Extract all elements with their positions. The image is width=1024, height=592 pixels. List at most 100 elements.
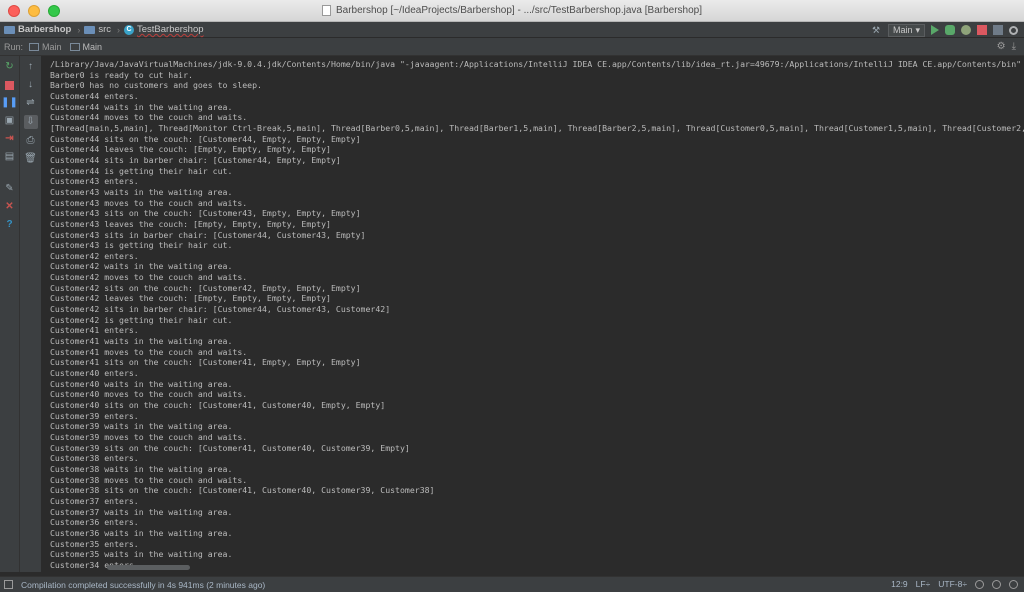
- scroll-to-end-icon[interactable]: ⇩: [23, 115, 38, 129]
- soft-wrap-icon[interactable]: ⇌: [25, 97, 37, 109]
- pause-icon[interactable]: ❚❚: [1, 97, 18, 109]
- stop-icon[interactable]: [4, 79, 16, 91]
- run-tab-main-1[interactable]: Main: [29, 42, 62, 52]
- git-icon[interactable]: [992, 579, 1001, 589]
- encoding-select[interactable]: UTF-8÷: [938, 579, 967, 589]
- run-configuration-label: Main: [892, 25, 913, 35]
- document-icon: [321, 5, 331, 16]
- console-line: [Thread[main,5,main], Thread[Monitor Ctr…: [50, 122, 1024, 133]
- console-line: Customer38 sits on the couch: [Customer4…: [50, 485, 435, 496]
- console-line: Customer43 waits in the waiting area.: [50, 186, 233, 197]
- console-line: Customer42 leaves the couch: [Empty, Emp…: [50, 293, 331, 304]
- console-tab-icon: [69, 42, 80, 51]
- run-tab-main-2[interactable]: Main: [69, 41, 103, 52]
- run-actions-toolbar: ↻ ❚❚ ▣ ⇥ ▤ ✎ ✕ ?: [0, 56, 20, 572]
- trash-icon[interactable]: 🗑: [24, 153, 37, 165]
- hide-icon[interactable]: ⤓: [1012, 41, 1016, 52]
- gear-icon[interactable]: ⚙: [997, 41, 1006, 52]
- zoom-window-button[interactable]: [48, 5, 60, 17]
- status-widgets: 12:9 LF÷ UTF-8÷: [891, 579, 1018, 589]
- console-text: /Library/Java/JavaVirtualMachines/jdk-9.…: [42, 56, 1024, 571]
- navigation-bar: Barbershop › src › C TestBarbershop ⚒ Ma…: [0, 22, 1024, 38]
- console-line: Customer37 enters.: [50, 495, 139, 506]
- console-line: Customer41 enters.: [50, 325, 139, 336]
- arrow-down-icon[interactable]: ↓: [25, 79, 37, 91]
- console-line: Customer42 waits in the waiting area.: [50, 261, 233, 272]
- exit-icon[interactable]: ⇥: [4, 133, 16, 145]
- console-line: Customer43 sits in barber chair: [Custom…: [50, 229, 366, 240]
- camera-icon[interactable]: ▣: [4, 115, 16, 127]
- window-title: Barbershop [~/IdeaProjects/Barbershop] -…: [335, 5, 703, 16]
- breadcrumb-separator: ›: [77, 24, 81, 35]
- console-line: Customer43 sits on the couch: [Customer4…: [50, 208, 361, 219]
- console-output[interactable]: /Library/Java/JavaVirtualMachines/jdk-9.…: [42, 56, 1024, 572]
- chevron-down-icon: ▾: [915, 24, 920, 35]
- close-icon[interactable]: ✕: [4, 201, 16, 213]
- stop-icon[interactable]: [977, 25, 987, 35]
- console-line: Customer35 enters.: [50, 538, 139, 549]
- window-controls: [8, 5, 60, 17]
- run-tab-label: Main: [42, 41, 62, 52]
- rerun-icon[interactable]: ↻: [4, 61, 16, 73]
- console-line: Customer38 waits in the waiting area.: [50, 463, 233, 474]
- run-tab-label: Main: [82, 41, 103, 52]
- console-line: Customer36 enters.: [50, 517, 139, 528]
- inspector-icon[interactable]: [1009, 579, 1018, 589]
- layout-icon[interactable]: ▤: [4, 151, 16, 163]
- console-line: Barber0 has no customers and goes to sle…: [50, 80, 262, 91]
- console-line: Customer39 moves to the couch and waits.: [50, 431, 248, 442]
- run-icon[interactable]: [931, 25, 939, 35]
- console-line: Customer44 waits in the waiting area.: [50, 101, 233, 112]
- arrow-up-icon[interactable]: ↑: [25, 61, 37, 73]
- breadcrumb-project[interactable]: Barbershop: [4, 24, 71, 35]
- console-tab-icon: [29, 42, 40, 51]
- status-bar: Compilation completed successfully in 4s…: [0, 576, 1024, 592]
- run-tool-window-header: Run: Main Main ⚙ ⤓: [0, 38, 1024, 56]
- console-line: Customer42 sits in barber chair: [Custom…: [50, 304, 391, 315]
- console-line: Customer44 moves to the couch and waits.: [50, 112, 248, 123]
- console-line: Customer44 sits on the couch: [Customer4…: [50, 133, 361, 144]
- lock-icon[interactable]: [975, 579, 984, 589]
- console-line: Customer38 enters.: [50, 453, 139, 464]
- console-line: Customer40 enters.: [50, 368, 139, 379]
- run-with-coverage-icon[interactable]: [961, 25, 971, 35]
- console-line: Customer34 enters.: [50, 559, 139, 570]
- minimize-window-button[interactable]: [28, 5, 40, 17]
- console-line: Customer41 sits on the couch: [Customer4…: [50, 357, 361, 368]
- run-window-actions: ⚙ ⤓: [997, 41, 1016, 52]
- line-separator-select[interactable]: LF÷: [916, 579, 931, 589]
- debug-icon[interactable]: [945, 25, 955, 35]
- console-line: Customer40 moves to the couch and waits.: [50, 389, 248, 400]
- close-window-button[interactable]: [8, 5, 20, 17]
- console-line: Customer39 waits in the waiting area.: [50, 421, 233, 432]
- caret-position[interactable]: 12:9: [891, 579, 908, 589]
- console-line: /Library/Java/JavaVirtualMachines/jdk-9.…: [50, 59, 1024, 69]
- run-configuration-select[interactable]: Main ▾: [887, 23, 925, 37]
- console-line: Customer35 waits in the waiting area.: [50, 549, 233, 560]
- pin-icon[interactable]: ✎: [4, 183, 16, 195]
- print-icon[interactable]: ⎙: [25, 135, 37, 147]
- console-line: Customer44 enters.: [50, 90, 139, 101]
- breadcrumb-folder[interactable]: src: [84, 24, 111, 35]
- project-structure-icon[interactable]: [993, 25, 1003, 35]
- console-line: Customer41 waits in the waiting area.: [50, 336, 233, 347]
- folder-icon: [84, 25, 96, 34]
- tool-windows-icon[interactable]: [4, 580, 13, 589]
- breadcrumb-separator: ›: [117, 24, 120, 35]
- breadcrumb-file[interactable]: C TestBarbershop: [124, 24, 204, 35]
- search-icon[interactable]: [1009, 25, 1018, 35]
- console-line: Customer37 waits in the waiting area.: [50, 506, 233, 517]
- project-folder-icon: [4, 25, 15, 34]
- build-hammer-icon[interactable]: ⚒: [872, 25, 882, 35]
- breadcrumb-project-label: Barbershop: [18, 24, 72, 35]
- help-icon[interactable]: ?: [4, 219, 16, 231]
- console-line: Customer42 moves to the couch and waits.: [50, 272, 248, 283]
- console-line: Customer43 enters.: [50, 176, 139, 187]
- console-line: Customer43 is getting their hair cut.: [50, 240, 233, 251]
- console-line: Customer40 sits on the couch: [Customer4…: [50, 400, 386, 410]
- console-line: Customer38 moves to the couch and waits.: [50, 474, 248, 485]
- console-line: Customer36 waits in the waiting area.: [50, 527, 233, 538]
- console-line: Customer43 leaves the couch: [Empty, Emp…: [50, 218, 331, 229]
- horizontal-scrollbar[interactable]: [107, 565, 190, 570]
- console-line: Customer39 sits on the couch: [Customer4…: [50, 442, 410, 453]
